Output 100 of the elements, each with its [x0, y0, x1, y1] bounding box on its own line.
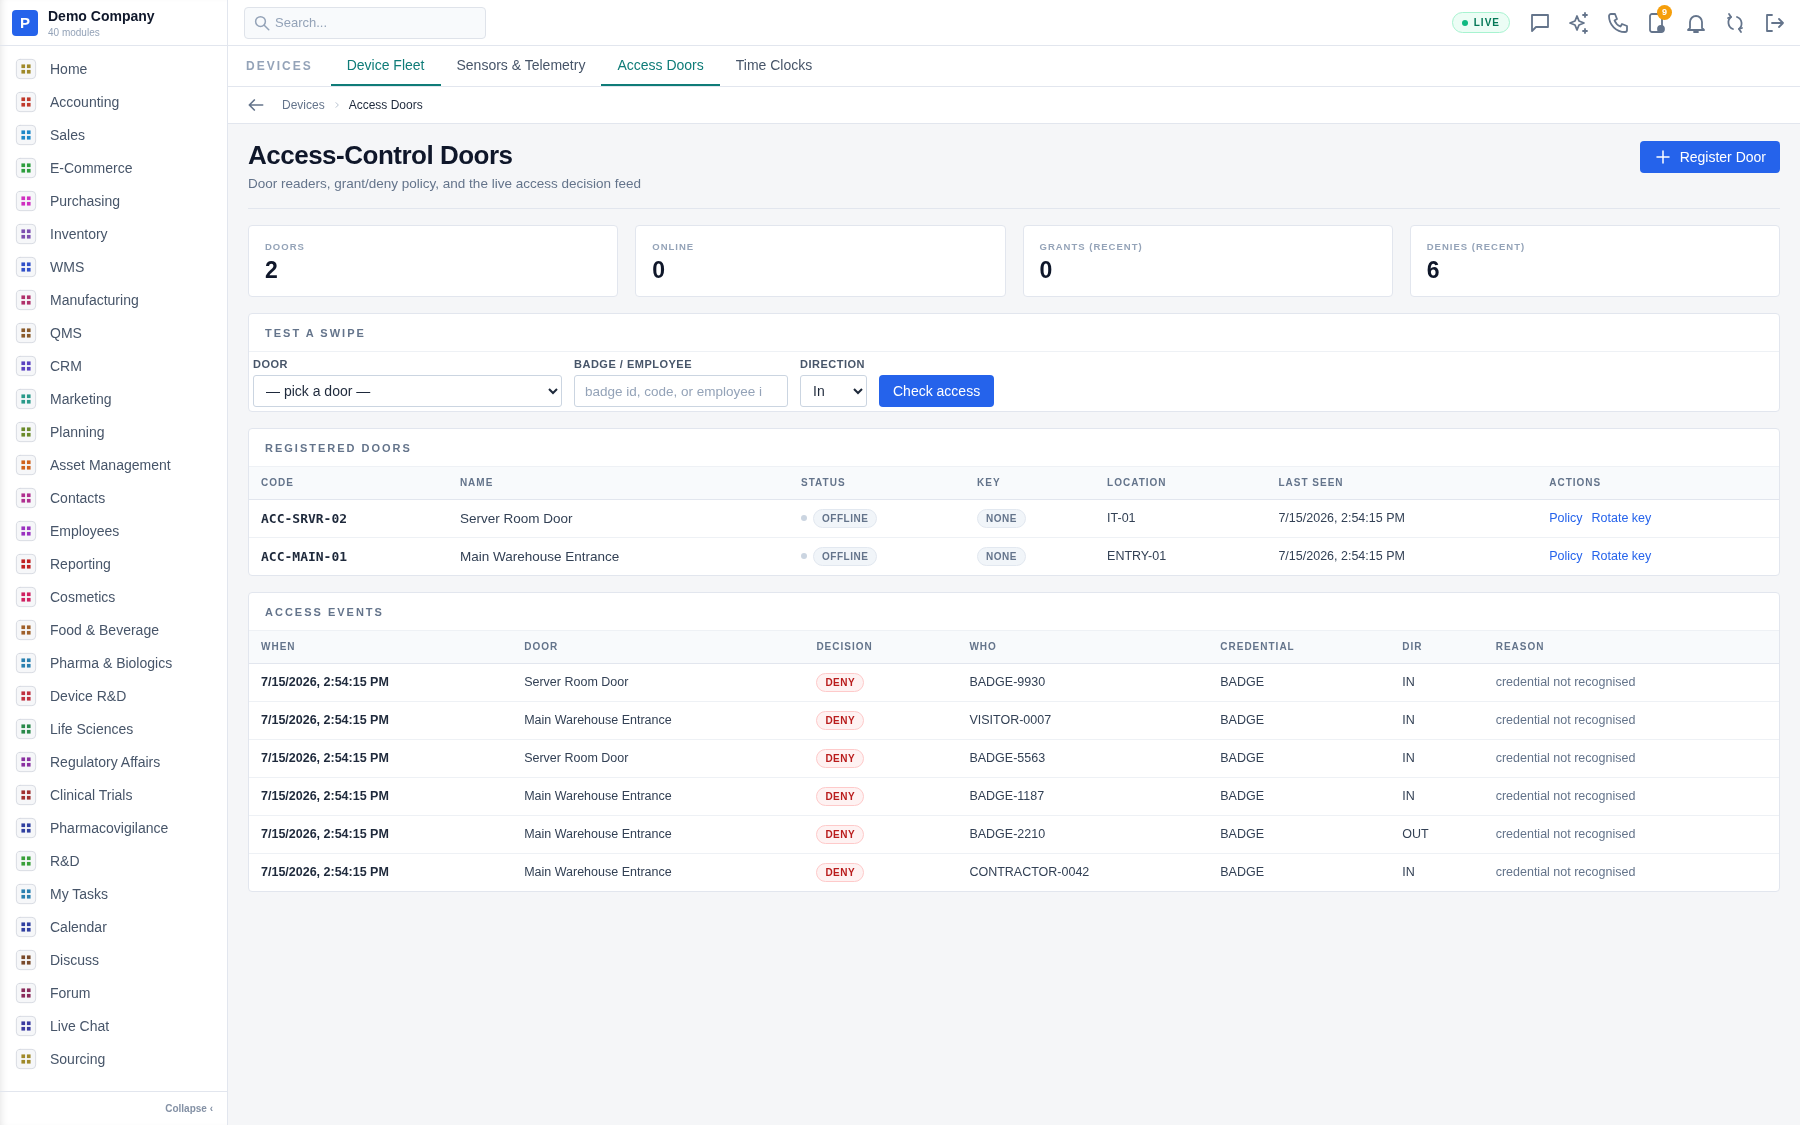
sidebar-item-label: E-Commerce [50, 159, 133, 176]
decision-badge: DENY [816, 710, 865, 730]
column-header: DOOR [512, 631, 805, 663]
sidebar-item-label: Employees [50, 522, 120, 539]
panel-title: TEST A SWIPE [249, 314, 1779, 352]
action-link[interactable]: Rotate key [1591, 549, 1652, 564]
sidebar-item[interactable]: Forum [0, 976, 227, 1009]
sidebar-item[interactable]: Sales [0, 118, 227, 151]
column-header: LOCATION [1095, 467, 1267, 499]
table-cell: 7/15/2026, 2:54:15 PM [249, 663, 513, 701]
table-cell: CONTRACTOR-0042 [957, 853, 1209, 891]
sidebar-item[interactable]: Reporting [0, 547, 227, 580]
sidebar-item[interactable]: QMS [0, 316, 227, 349]
sidebar-item[interactable]: Planning [0, 415, 227, 448]
sidebar-item[interactable]: Home [0, 52, 227, 85]
sidebar-item[interactable]: E-Commerce [0, 151, 227, 184]
table-cell: credential not recognised [1483, 815, 1779, 853]
table-cell: credential not recognised [1483, 739, 1779, 777]
sidebar-item[interactable]: R&D [0, 844, 227, 877]
sidebar-item[interactable]: Inventory [0, 217, 227, 250]
plus-icon [1653, 148, 1672, 166]
sidebar-item[interactable]: Pharmacovigilance [0, 811, 227, 844]
table-cell: credential not recognised [1483, 777, 1779, 815]
sidebar-item-label: Reporting [50, 555, 111, 572]
stat-label: DOORS [265, 241, 306, 252]
key-badge: NONE [977, 546, 1026, 566]
module-tile-icon [15, 882, 37, 905]
sidebar-item-label: My Tasks [50, 885, 109, 902]
badge-input[interactable]: badge id, code, or employee i [574, 375, 788, 407]
sidebar-item[interactable]: WMS [0, 250, 227, 283]
phone-icon[interactable] [1606, 10, 1630, 35]
sidebar-item[interactable]: Food & Beverage [0, 613, 227, 646]
module-tile-icon [15, 156, 37, 179]
sidebar-item[interactable]: Pharma & Biologics [0, 646, 227, 679]
sidebar-item[interactable]: Accounting [0, 85, 227, 118]
module-tile-icon [15, 783, 37, 806]
module-tile-icon [15, 1014, 37, 1037]
sidebar-item[interactable]: Regulatory Affairs [0, 745, 227, 778]
door-select[interactable]: — pick a door — [253, 375, 562, 407]
sidebar-item-label: Clinical Trials [50, 786, 133, 803]
sidebar-item-label: Marketing [50, 390, 112, 407]
sidebar-item[interactable]: Cosmetics [0, 580, 227, 613]
table-cell: Server Room Door [447, 499, 790, 537]
sidebar-item-label: Device R&D [50, 687, 127, 704]
module-tile-icon [15, 354, 37, 377]
sidebar-item[interactable]: Live Chat [0, 1009, 227, 1042]
table-cell: BADGE [1208, 853, 1391, 891]
module-tile-icon [15, 915, 37, 938]
table-cell: credential not recognised [1483, 663, 1779, 701]
sidebar-item[interactable]: Clinical Trials [0, 778, 227, 811]
action-link[interactable]: Policy [1549, 549, 1583, 564]
sidebar-item[interactable]: Contacts [0, 481, 227, 514]
table-cell: IN [1390, 663, 1484, 701]
sidebar-item-label: Cosmetics [50, 588, 116, 605]
sidebar-item[interactable]: Manufacturing [0, 283, 227, 316]
sidebar-item-label: Sales [50, 126, 86, 143]
sparkles-icon[interactable] [1567, 10, 1591, 35]
sidebar-item[interactable]: Sourcing [0, 1042, 227, 1075]
sidebar-item[interactable]: Purchasing [0, 184, 227, 217]
sidebar-item-label: R&D [50, 852, 80, 869]
sidebar-item-label: Calendar [50, 918, 107, 935]
sidebar-item[interactable]: Life Sciences [0, 712, 227, 745]
sidebar-item[interactable]: Asset Management [0, 448, 227, 481]
register-door-button[interactable]: Register Door [1639, 141, 1780, 173]
sidebar-item-label: Asset Management [50, 456, 171, 473]
decision-badge: DENY [816, 786, 865, 806]
table-cell: IN [1390, 701, 1484, 739]
sidebar-item[interactable]: Device R&D [0, 679, 227, 712]
direction-select[interactable]: In [800, 375, 867, 407]
sidebar-item[interactable]: Marketing [0, 382, 227, 415]
table-cell: IT-01 [1095, 499, 1267, 537]
tab[interactable]: Time Clocks [719, 46, 829, 86]
stat-label: GRANTS (RECENT) [1039, 241, 1144, 252]
breadcrumb-link[interactable]: Devices [282, 98, 325, 112]
action-link[interactable]: Policy [1549, 511, 1583, 525]
table-cell: 7/15/2026, 2:54:15 PM [1266, 537, 1538, 575]
tab[interactable]: Sensors & Telemetry [440, 46, 602, 86]
sidebar-item[interactable]: Discuss [0, 943, 227, 976]
sidebar-item-label: Regulatory Affairs [50, 753, 161, 770]
check-access-button[interactable]: Check access [879, 375, 995, 407]
sidebar-item[interactable]: My Tasks [0, 877, 227, 910]
decision-badge: DENY [816, 748, 865, 768]
sidebar-item[interactable]: CRM [0, 349, 227, 382]
action-link[interactable]: Rotate key [1591, 511, 1652, 525]
table-cell: 7/15/2026, 2:54:15 PM [1266, 499, 1538, 537]
decision-badge: DENY [816, 672, 865, 692]
sidebar-item[interactable]: Calendar [0, 910, 227, 943]
sidebar-item[interactable]: Employees [0, 514, 227, 547]
column-header: NAME [447, 467, 790, 499]
table-cell: BADGE [1208, 777, 1391, 815]
sidebar-item-label: Manufacturing [50, 291, 139, 308]
column-header: CREDENTIAL [1208, 631, 1391, 663]
search-field[interactable]: Search... [244, 6, 486, 39]
table-cell: 7/15/2026, 2:54:15 PM [249, 701, 513, 739]
table-cell: Server Room Door [512, 739, 805, 777]
module-tile-icon [15, 387, 37, 410]
field-label: DIRECTION [800, 358, 866, 370]
module-tile-icon [15, 57, 37, 80]
module-tile-icon [15, 123, 37, 146]
search-icon[interactable] [253, 13, 271, 32]
